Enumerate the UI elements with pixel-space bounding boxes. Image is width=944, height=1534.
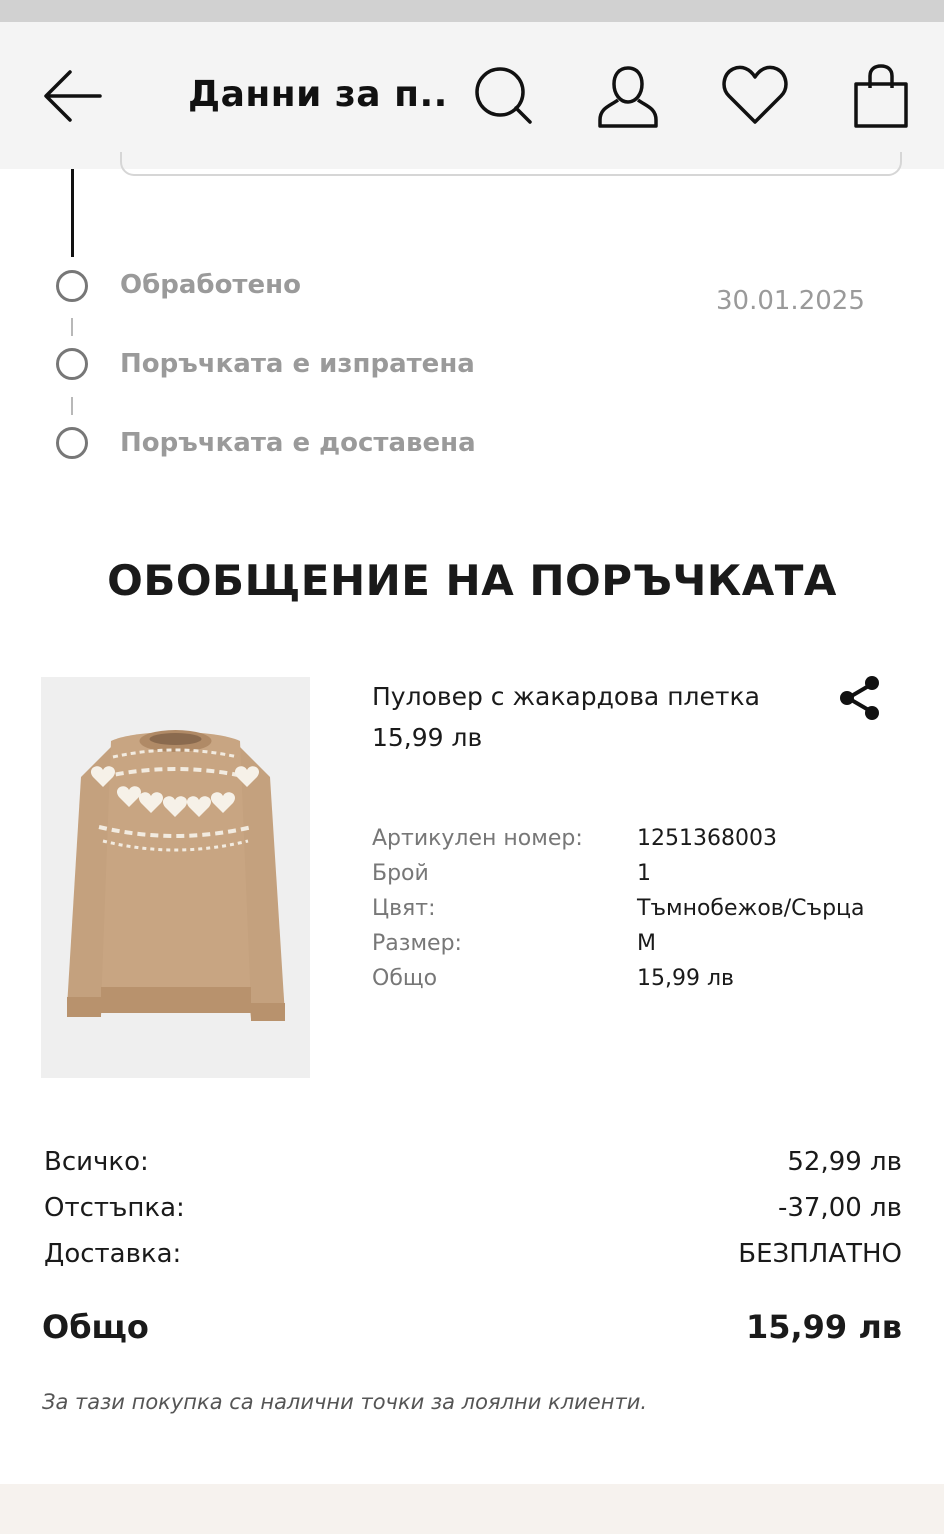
totals-key: Доставка:: [44, 1239, 182, 1269]
timeline-date-processed: 30.01.2025: [716, 286, 865, 316]
detail-key: Общо: [372, 966, 438, 991]
grand-total-value: 15,99 лв: [745, 1308, 902, 1346]
detail-row-color: Цвят: Тъмнобежов/Сърца: [372, 896, 902, 926]
totals-value: БЕЗПЛАТНО: [738, 1239, 902, 1269]
page-title: Данни за п...: [188, 74, 448, 115]
detail-row-size: Размер: M: [372, 931, 902, 961]
back-arrow-icon[interactable]: [40, 66, 104, 126]
detail-key: Цвят:: [372, 896, 436, 921]
user-icon[interactable]: [594, 62, 662, 130]
timeline-dot-processed: [56, 270, 88, 302]
totals-row-delivery: Доставка: БЕЗПЛАТНО: [44, 1239, 902, 1273]
sweater-illustration: [41, 677, 310, 1078]
totals-key: Всичко:: [44, 1147, 149, 1177]
detail-value: Тъмнобежов/Сърца: [637, 896, 865, 921]
detail-key: Артикулен номер:: [372, 826, 583, 851]
detail-value: 1: [637, 861, 651, 886]
timeline-connector: [71, 318, 73, 336]
detail-value: 1251368003: [637, 826, 777, 851]
detail-key: Размер:: [372, 931, 462, 956]
detail-value: 15,99 лв: [637, 966, 735, 991]
timeline-label-delivered: Поръчката е доставена: [120, 428, 476, 458]
shopping-bag-icon[interactable]: [850, 62, 912, 130]
heart-icon[interactable]: [720, 62, 790, 128]
share-icon[interactable]: [834, 672, 886, 724]
timeline-label-processed: Обработено: [120, 270, 301, 300]
loyalty-points-note: За тази покупка са налични точки за лоял…: [42, 1390, 648, 1414]
timeline-dot-shipped: [56, 348, 88, 380]
totals-value: 52,99 лв: [787, 1147, 902, 1177]
timeline-label-shipped: Поръчката е изпратена: [120, 349, 475, 379]
detail-row-total: Общо 15,99 лв: [372, 966, 902, 996]
totals-row-subtotal: Всичко: 52,99 лв: [44, 1147, 902, 1181]
totals-row-discount: Отстъпка: -37,00 лв: [44, 1193, 902, 1227]
timeline-connector: [71, 397, 73, 415]
product-name[interactable]: Пуловер с жакардова плетка: [372, 682, 760, 711]
order-summary-heading: ОБОБЩЕНИЕ НА ПОРЪЧКАТА: [107, 556, 837, 605]
detail-key: Брой: [372, 861, 429, 886]
totals-value: -37,00 лв: [777, 1193, 902, 1223]
detail-row-article-number: Артикулен номер: 1251368003: [372, 826, 902, 856]
grand-total-label: Общо: [42, 1308, 149, 1346]
timeline-progress-line: [71, 169, 74, 257]
top-navigation-bar: Данни за п...: [0, 22, 944, 169]
timeline-dot-delivered: [56, 427, 88, 459]
previous-card-edge: [120, 152, 902, 176]
status-bar: [0, 0, 944, 22]
detail-value: M: [637, 931, 656, 956]
totals-key: Отстъпка:: [44, 1193, 185, 1223]
detail-row-quantity: Брой 1: [372, 861, 902, 891]
search-icon[interactable]: [470, 62, 536, 128]
grand-total-row: Общо 15,99 лв: [42, 1308, 902, 1348]
product-image[interactable]: [41, 677, 310, 1078]
product-price: 15,99 лв: [372, 723, 483, 752]
bottom-footer-strip: [0, 1484, 944, 1534]
